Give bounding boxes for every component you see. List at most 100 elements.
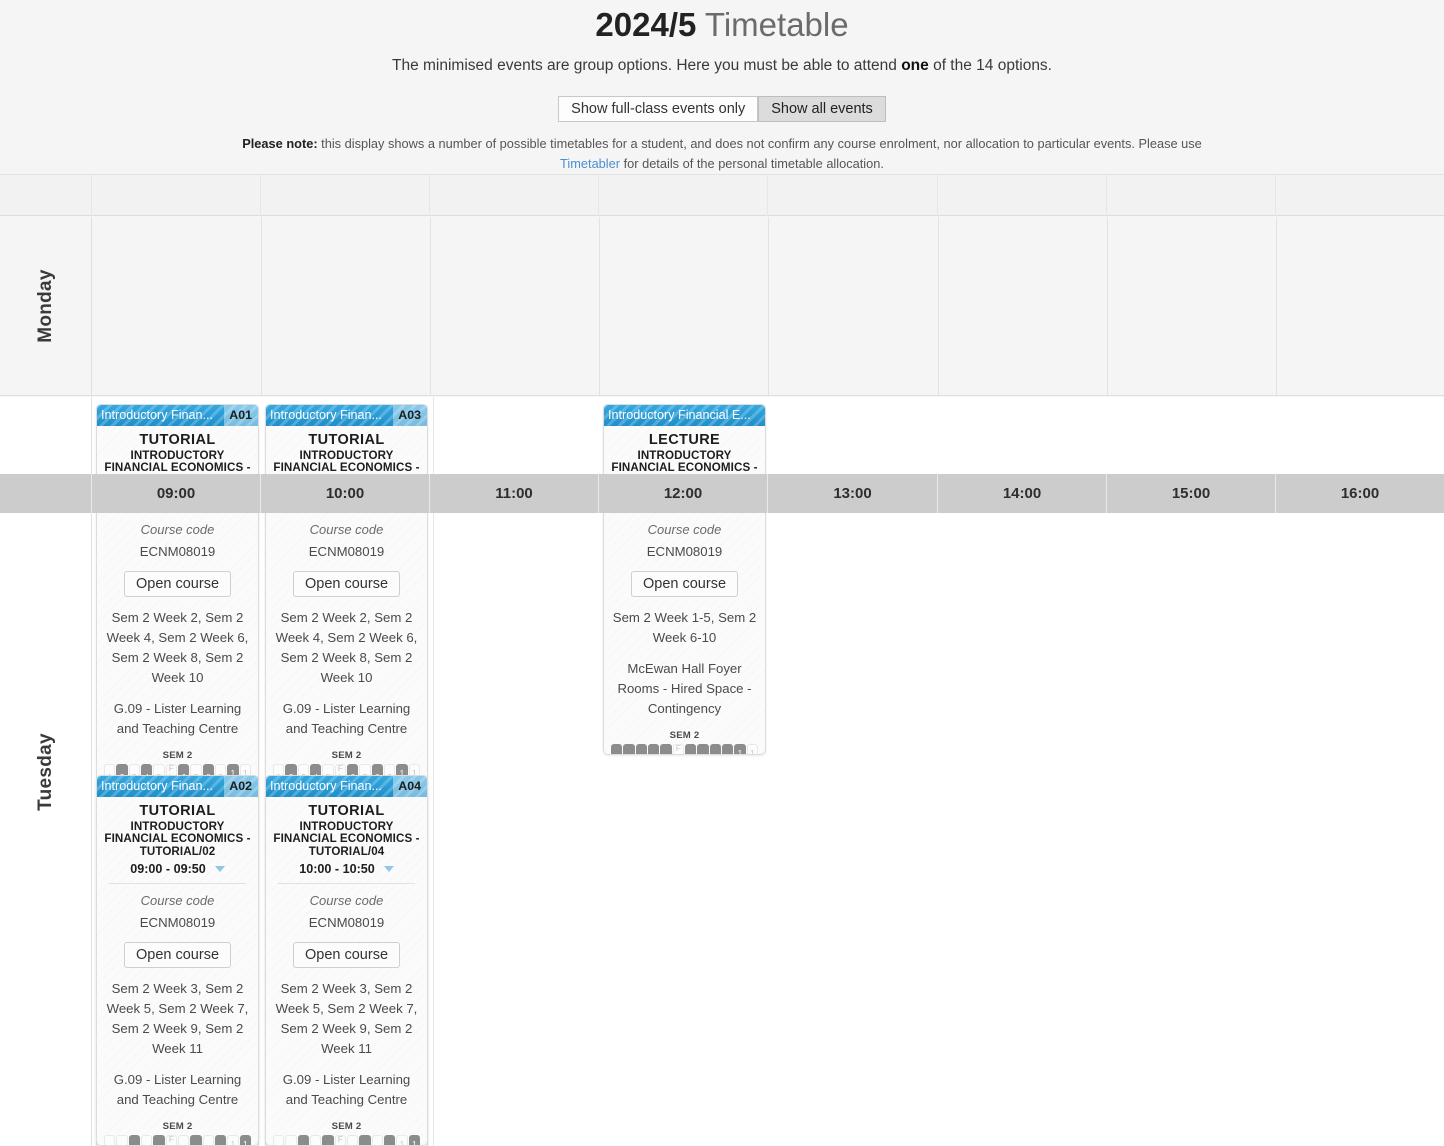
week-cell-4: 4 (141, 1135, 153, 1145)
event-header-title: Introductory Finan... (101, 779, 213, 793)
event-type: TUTORIAL (139, 803, 216, 819)
event-weeks-text: Sem 2 Week 2, Sem 2 Week 4, Sem 2 Week 6… (275, 610, 418, 686)
colhead-13 (768, 175, 938, 216)
time-slot-1100: 11:00 (430, 474, 599, 513)
course-code-value: ECNM08019 (308, 544, 385, 560)
time-slot-0900: 09:00 (92, 474, 261, 513)
please-note-text: Please note: this display shows a number… (242, 122, 1202, 174)
event-time-row[interactable]: 10:00 - 10:50 (272, 861, 421, 877)
course-code-label: Course code (309, 893, 384, 909)
week-cell-8: 8 (371, 1135, 383, 1145)
week-cell-5: 5 (660, 744, 672, 754)
week-cell-stack: 10 (231, 1140, 236, 1145)
open-course-button[interactable]: Open course (123, 571, 232, 598)
grid-line (599, 217, 600, 395)
event-time-row[interactable]: 09:00 - 09:50 (103, 861, 252, 877)
course-code-value: ECNM08019 (139, 915, 216, 931)
divider (109, 883, 246, 885)
time-slot-1500: 15:00 (1107, 474, 1276, 513)
event-header-title: Introductory Finan... (270, 779, 382, 793)
grid-line (768, 217, 769, 395)
week-cell-7: 7 (697, 744, 709, 754)
page-title-rest: Timetable (696, 6, 849, 43)
week-cell-11: 11 (239, 1135, 251, 1145)
week-cell-8: 8 (709, 744, 721, 754)
week-cell-2: 2 (116, 1135, 128, 1145)
event-card-tutorial-a02[interactable]: Introductory Finan... A02 TUTORIAL INTRO… (96, 775, 259, 1146)
week-cell-9: 9 (214, 1135, 227, 1145)
week-cell-flw: FLW (672, 744, 684, 754)
week-cell-1: 1 (611, 744, 623, 754)
colhead-15 (1107, 175, 1276, 216)
week-cell-stack: 11 (243, 1140, 248, 1145)
grid-line (1107, 217, 1108, 395)
course-code-value: ECNM08019 (646, 544, 723, 560)
event-card-header: Introductory Finan... A01 (97, 405, 258, 426)
event-weeks-text: Sem 2 Week 3, Sem 2 Week 5, Sem 2 Week 7… (106, 981, 249, 1057)
week-cell-10: 10 (734, 744, 746, 754)
chevron-down-icon[interactable] (214, 866, 225, 873)
week-cell-stack: 10 (400, 1140, 405, 1145)
chevron-down-icon[interactable] (383, 866, 394, 873)
open-course-button[interactable]: Open course (123, 942, 232, 969)
timetable-page: 2024/5 Timetable The minimised events ar… (0, 0, 1444, 1146)
page-title-year: 2024/5 (595, 6, 697, 43)
grid-line (261, 217, 262, 395)
week-cell-3: 3 (297, 1135, 310, 1145)
event-weeks-text: Sem 2 Week 2, Sem 2 Week 4, Sem 2 Week 6… (106, 610, 249, 686)
week-cell-6: 6 (685, 744, 697, 754)
course-code-value: ECNM08019 (308, 915, 385, 931)
open-course-button[interactable]: Open course (292, 942, 401, 969)
subtitle-emphasis: one (901, 57, 929, 74)
week-cell-11: 11 (408, 1135, 420, 1145)
week-cell-1: 1 (273, 1135, 285, 1145)
event-time: 09:00 - 09:50 (130, 862, 206, 877)
week-cell-2: 2 (285, 1135, 297, 1145)
event-weeks-text: Sem 2 Week 1-5, Sem 2 Week 6-10 (612, 610, 757, 646)
event-card-header: Introductory Finan... A02 (97, 776, 258, 797)
subtitle-pre: The minimised events are group options. … (392, 57, 902, 74)
semester-label: SEM 2 (669, 730, 700, 742)
week-cell-6: 6 (347, 1135, 359, 1145)
please-note-label: Please note: (242, 136, 318, 151)
week-cell-6: 6 (178, 1135, 190, 1145)
week-cell-flw: FLW (165, 1135, 177, 1145)
week-cell-4: 4 (648, 744, 660, 754)
week-strip: 12345FLW67891011 (610, 744, 759, 755)
week-cell-5: 5 (153, 1135, 165, 1145)
timetabler-link[interactable]: Timetabler (560, 156, 620, 171)
week-strip: 12345FLW67891011 (272, 1135, 421, 1145)
event-location: G.09 - Lister Learning and Teaching Cent… (282, 1072, 411, 1108)
colhead-12 (599, 175, 768, 216)
day-row-monday: Monday (0, 217, 1444, 396)
open-course-button[interactable]: Open course (292, 571, 401, 598)
colhead-14 (938, 175, 1107, 216)
notice-body-1: this display shows a number of possible … (317, 136, 1202, 151)
colhead-11 (430, 175, 599, 216)
event-type: TUTORIAL (308, 432, 385, 448)
week-cell-4: 4 (310, 1135, 322, 1145)
show-full-class-events-button[interactable]: Show full-class events only (558, 96, 759, 122)
course-code-label: Course code (140, 893, 215, 909)
week-cell-7: 7 (359, 1135, 371, 1145)
event-card-lecture[interactable]: Introductory Financial E... LECTURE INTR… (603, 404, 766, 755)
time-slot-1000: 10:00 (261, 474, 430, 513)
show-all-events-button[interactable]: Show all events (758, 96, 886, 122)
week-cell-char: L (676, 753, 681, 754)
week-cell-char: 1 (749, 747, 755, 755)
colhead-09 (92, 175, 261, 216)
event-name: INTRODUCTORY FINANCIAL ECONOMICS - TUTOR… (273, 820, 420, 858)
subtitle: The minimised events are group options. … (0, 45, 1444, 76)
week-cell-stack: FLW (336, 1136, 344, 1145)
colhead-10 (261, 175, 430, 216)
colhead-day (0, 175, 92, 216)
notice-body-2: for details of the personal timetable al… (620, 156, 884, 171)
open-course-button[interactable]: Open course (630, 571, 739, 598)
time-slot-1400: 14:00 (938, 474, 1107, 513)
event-type: TUTORIAL (308, 803, 385, 819)
event-type: TUTORIAL (139, 432, 216, 448)
semester-label: SEM 2 (331, 750, 362, 762)
week-strip: 12345FLW67891011 (103, 1135, 252, 1145)
event-card-tutorial-a04[interactable]: Introductory Finan... A04 TUTORIAL INTRO… (265, 775, 428, 1146)
week-cell-3: 3 (128, 1135, 141, 1145)
